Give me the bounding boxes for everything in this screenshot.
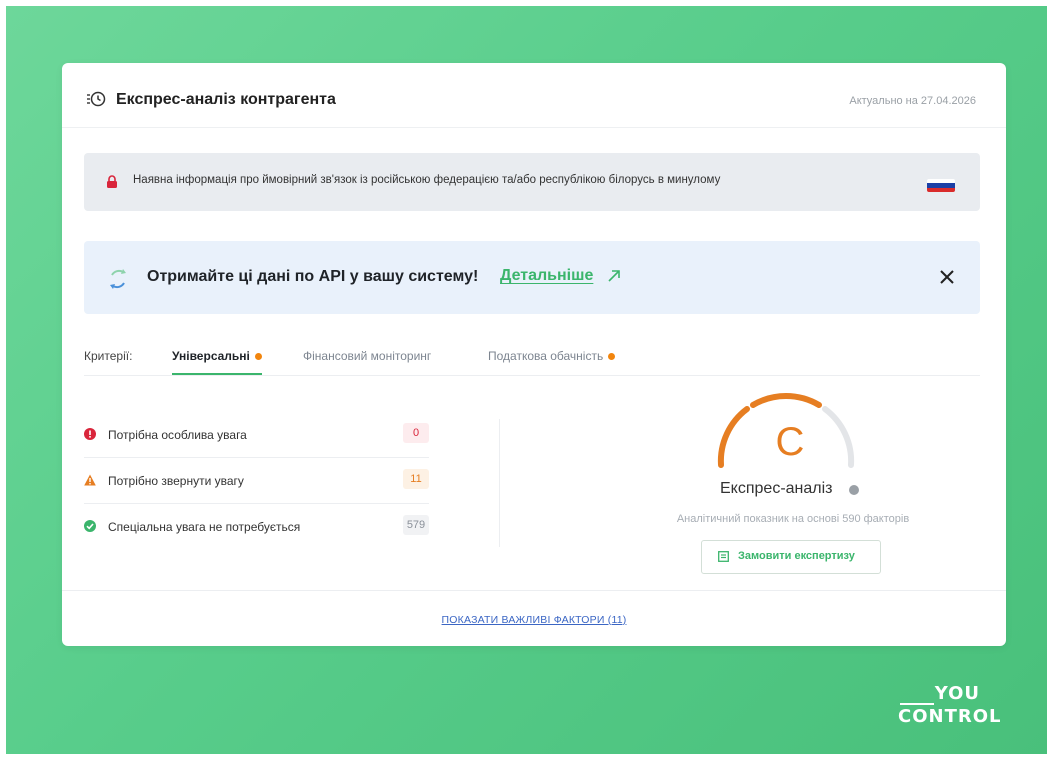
arrow-up-right-icon[interactable] xyxy=(607,269,621,283)
document-icon xyxy=(718,551,729,562)
grade-letter: C xyxy=(775,420,805,464)
criteria-row-warning[interactable]: Потрібно звернути увагу 11 xyxy=(84,459,429,504)
express-analysis-title: Експрес-аналіз xyxy=(720,480,833,497)
sanction-notice: Наявна інформація про ймовірний зв'язок … xyxy=(84,153,980,211)
logo-text-top: YOU xyxy=(934,683,980,704)
indicator-dot xyxy=(254,353,262,361)
criteria-label: Потрібно звернути увагу xyxy=(108,474,244,488)
order-expertise-button[interactable]: Замовити експертизу xyxy=(701,540,881,574)
criteria-label: Спеціальна увага не потребується xyxy=(108,520,301,534)
card-footer: ПОКАЗАТИ ВАЖЛИВІ ФАКТОРИ (11) xyxy=(62,590,1006,647)
order-expertise-label: Замовити експертизу xyxy=(738,550,855,562)
lock-icon xyxy=(107,175,117,188)
card-header: Експрес-аналіз контрагента Актуально на … xyxy=(62,63,1006,128)
criteria-row-critical[interactable]: Потрібна особлива увага 0 xyxy=(84,413,429,458)
flag-stripe xyxy=(927,187,955,192)
check-circle-icon xyxy=(84,520,96,532)
tab-universal[interactable]: Універсальні xyxy=(172,349,262,375)
express-analysis-subtitle: Аналітичний показник на основі 590 факто… xyxy=(676,513,910,525)
close-icon[interactable] xyxy=(935,265,959,289)
tab-label: Податкова обачність xyxy=(488,349,604,363)
api-banner: Отримайте ці дані по API у вашу систему!… xyxy=(84,241,980,314)
details-link[interactable]: Детальніше xyxy=(500,267,593,285)
tab-tax-diligence[interactable]: Податкова обачність xyxy=(488,349,616,375)
tab-label: Універсальні xyxy=(172,349,250,363)
actual-date: Актуально на 27.04.2026 xyxy=(849,95,976,107)
sanction-text: Наявна інформація про ймовірний зв'язок … xyxy=(133,174,721,186)
criteria-row-ok[interactable]: Спеціальна увага не потребується 579 xyxy=(84,505,429,549)
logo-text-bottom: CONTROL xyxy=(898,706,1002,727)
exclamation-circle-icon xyxy=(84,428,96,440)
criteria-label: Потрібна особлива увага xyxy=(108,428,247,442)
info-icon[interactable] xyxy=(849,485,859,495)
criteria-count: 0 xyxy=(403,423,429,443)
criteria-count: 11 xyxy=(403,469,429,489)
russia-flag-icon xyxy=(927,179,955,192)
youcontrol-logo: YOU CONTROL xyxy=(896,683,1008,729)
indicator-dot xyxy=(608,353,616,361)
tab-financial-monitoring[interactable]: Фінансовий моніторинг xyxy=(303,349,431,375)
history-clock-icon xyxy=(87,91,106,107)
section-divider xyxy=(499,419,512,547)
show-important-factors-link[interactable]: ПОКАЗАТИ ВАЖЛИВІ ФАКТОРИ (11) xyxy=(62,614,1006,626)
tab-label: Фінансовий моніторинг xyxy=(303,349,432,363)
criteria-tabs: Критерії: Універсальні Фінансовий моніто… xyxy=(84,335,980,376)
warning-triangle-icon xyxy=(84,474,96,486)
page-title: Експрес-аналіз контрагента xyxy=(116,91,336,108)
logo-line xyxy=(900,703,934,705)
sync-icon xyxy=(110,269,126,289)
criteria-label: Критерії: xyxy=(84,349,133,363)
criteria-count: 579 xyxy=(403,515,429,535)
api-banner-text: Отримайте ці дані по API у вашу систему! xyxy=(147,268,479,285)
express-analysis-card: Експрес-аналіз контрагента Актуально на … xyxy=(62,63,1006,646)
